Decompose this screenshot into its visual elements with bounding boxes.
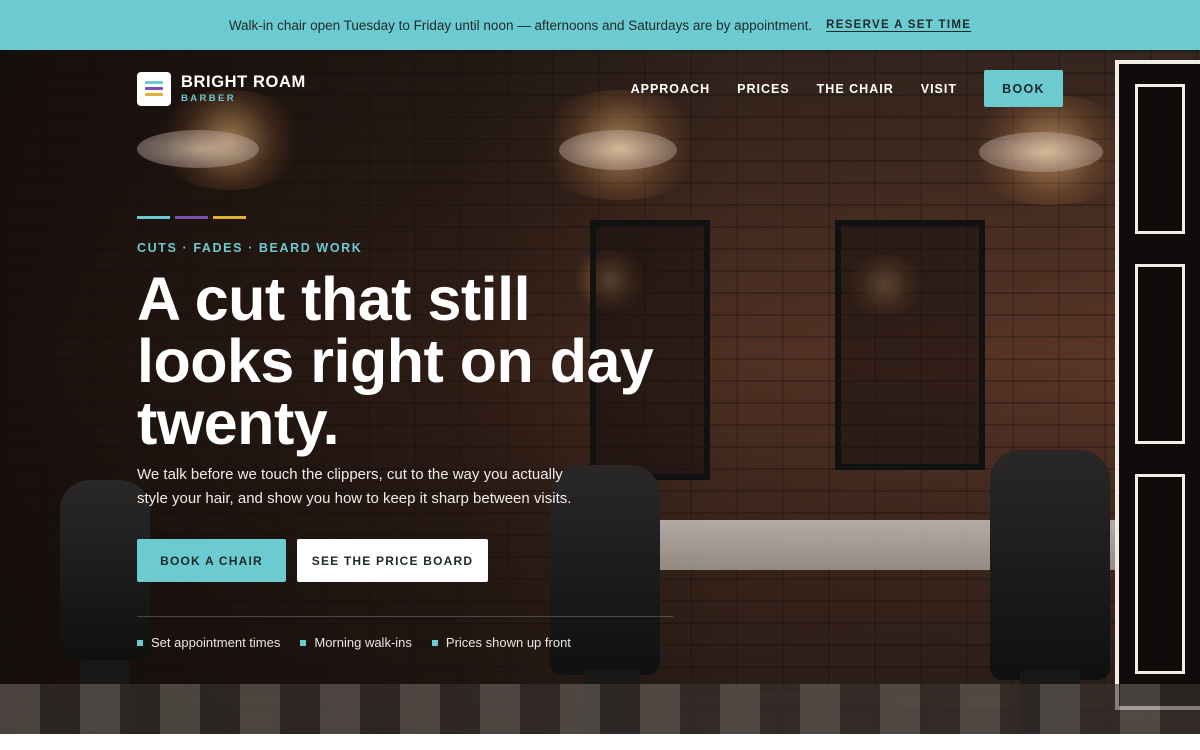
feature-item: Morning walk-ins (300, 635, 412, 650)
square-bullet-icon (431, 639, 438, 646)
wall-mirror (835, 220, 985, 470)
barber-chair (990, 450, 1110, 680)
feature-label: Morning walk-ins (314, 635, 412, 650)
panelled-door (1115, 60, 1200, 710)
brand-logo[interactable]: BRIGHT ROAM BARBER (137, 71, 306, 106)
nav-link-prices[interactable]: PRICES (737, 82, 790, 96)
brand-subtitle: BARBER (181, 92, 237, 104)
tiled-floor (0, 684, 1200, 734)
feature-item: Prices shown up front (431, 635, 571, 650)
ceiling-lamp (137, 130, 259, 168)
square-bullet-icon (137, 639, 143, 646)
logo-icon (137, 71, 171, 106)
feature-list: Set appointment times Morning walk-ins P… (137, 635, 571, 650)
announcement-text: Walk-in chair open Tuesday to Friday unt… (228, 17, 813, 33)
nav-link-visit[interactable]: VISIT (921, 82, 957, 96)
main-nav: BRIGHT ROAM BARBER APPROACH PRICES THE C… (137, 70, 1063, 107)
book-a-chair-button[interactable]: BOOK A CHAIR (137, 539, 286, 582)
brand-name: BRIGHT ROAM (181, 73, 306, 91)
announcement-bar: Walk-in chair open Tuesday to Friday unt… (0, 0, 1200, 50)
page-bottom-strip (0, 734, 1200, 750)
book-button[interactable]: BOOK (984, 70, 1063, 107)
hero-cta-row: BOOK A CHAIR SEE THE PRICE BOARD (137, 539, 488, 582)
feature-label: Set appointment times (151, 635, 281, 650)
ceiling-lamp (559, 130, 677, 170)
hero-headline: A cut that still looks right on day twen… (137, 265, 654, 457)
hero-divider (137, 616, 673, 617)
accent-stripes (137, 216, 246, 219)
hero-description: We talk before we touch the clippers, cu… (137, 466, 572, 507)
nav-link-the-chair[interactable]: THE CHAIR (817, 82, 894, 96)
feature-label: Prices shown up front (445, 635, 571, 650)
see-price-board-button[interactable]: SEE THE PRICE BOARD (297, 539, 488, 582)
nav-link-approach[interactable]: APPROACH (631, 82, 711, 96)
feature-item: Set appointment times (137, 635, 280, 650)
reserve-time-link[interactable]: RESERVE A SET TIME (826, 19, 971, 31)
nav-links: APPROACH PRICES THE CHAIR VISIT BOOK (631, 70, 1063, 107)
ceiling-lamp (979, 132, 1103, 172)
square-bullet-icon (300, 639, 307, 646)
hero-eyebrow: CUTS · FADES · BEARD WORK (137, 241, 363, 255)
hero-section: BRIGHT ROAM BARBER APPROACH PRICES THE C… (0, 50, 1200, 734)
